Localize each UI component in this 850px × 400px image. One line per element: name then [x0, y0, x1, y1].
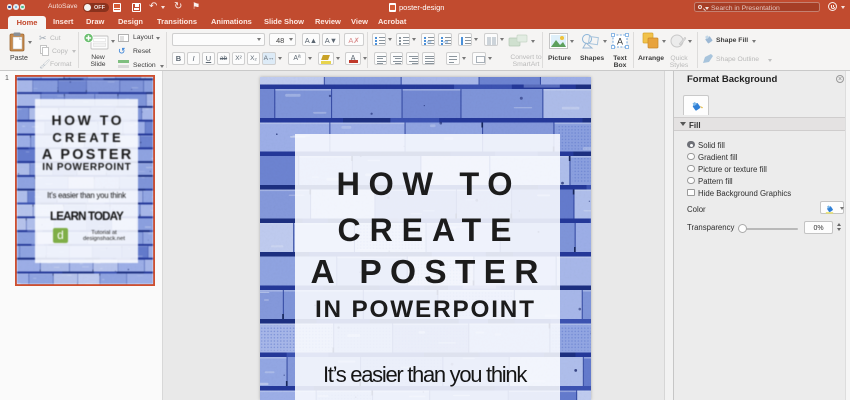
- svg-text:A: A: [617, 37, 623, 47]
